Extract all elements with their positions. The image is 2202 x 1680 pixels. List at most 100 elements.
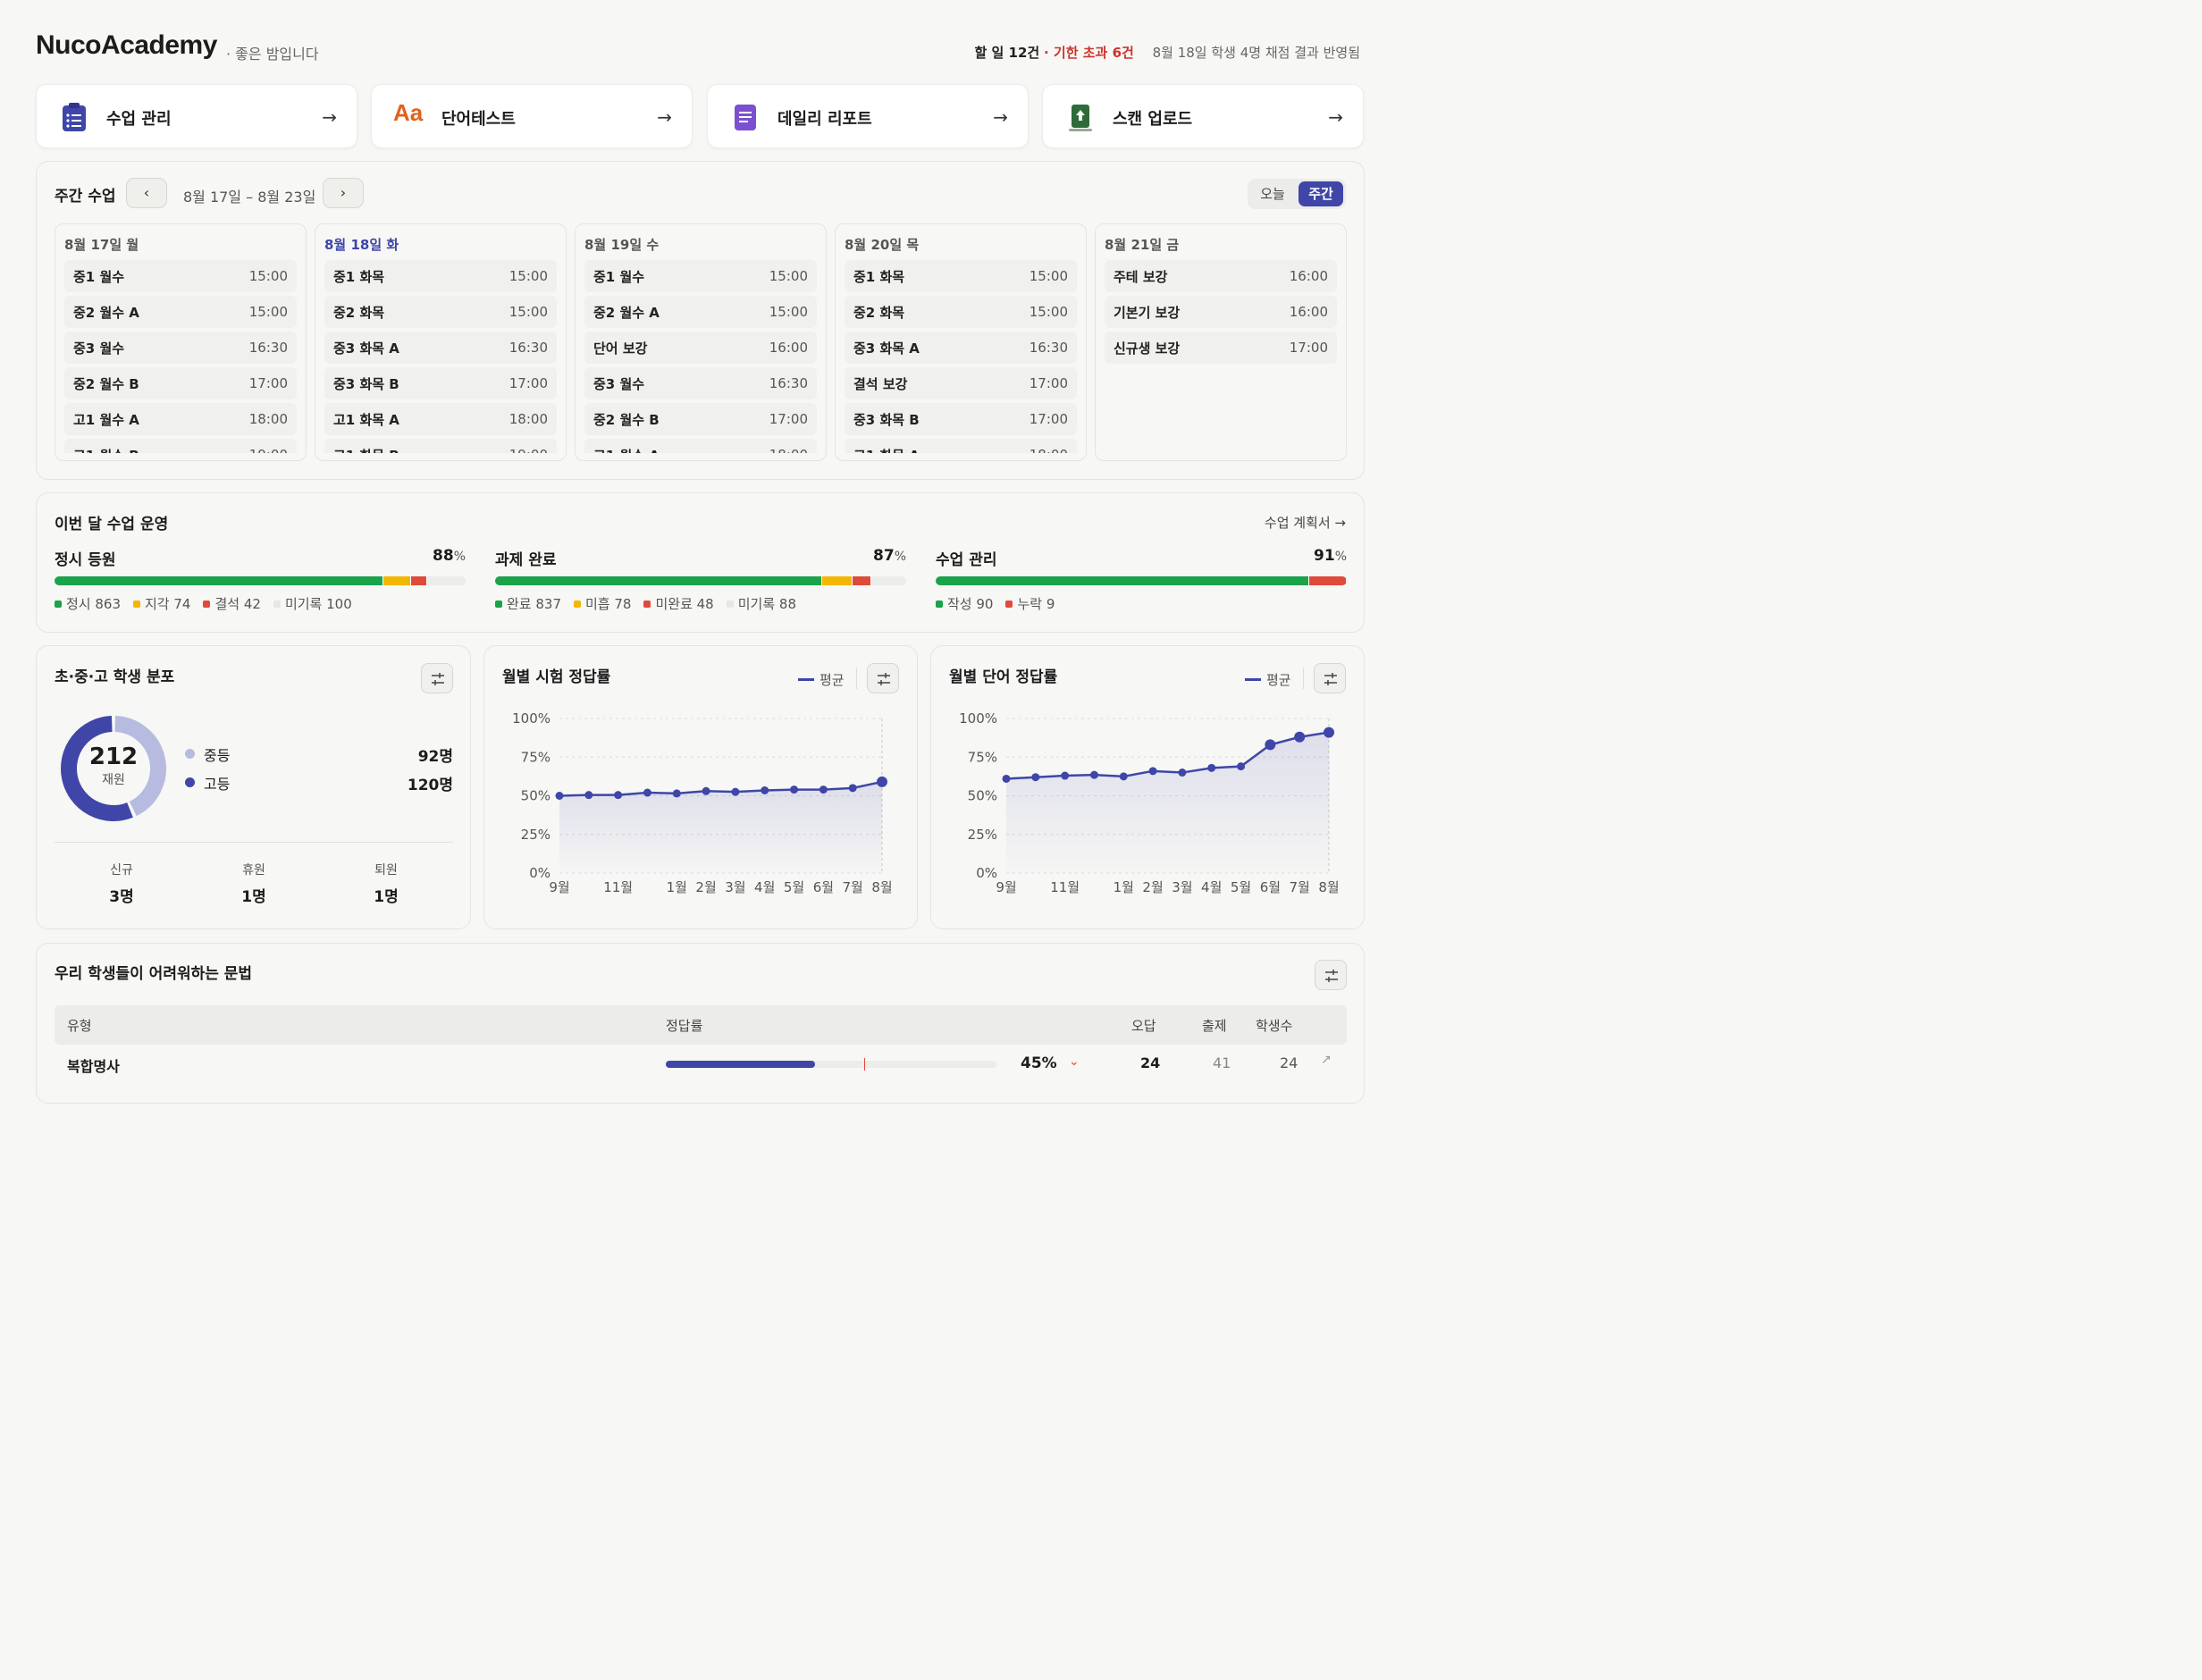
group-name: 고등 — [204, 776, 231, 793]
legend-item: 누락 9 — [1005, 596, 1055, 612]
class-time: 17:00 — [769, 411, 808, 427]
filter-button[interactable] — [1315, 960, 1347, 990]
class-name: 중2 월수 A — [593, 304, 660, 321]
data-point — [1061, 771, 1070, 780]
filter-button[interactable] — [867, 663, 899, 693]
stat-percent-unit: % — [1334, 550, 1347, 564]
quick-action-daily-report[interactable]: 데일리 리포트 → — [707, 84, 1029, 148]
class-name: 중2 화목 — [333, 304, 385, 321]
y-tick-label: 50% — [521, 788, 550, 804]
class-item[interactable]: 중1 월수 15:00 — [584, 260, 817, 292]
class-item[interactable]: 중2 월수 A 15:00 — [584, 296, 817, 328]
quick-action-class-manage[interactable]: 수업 관리 → — [36, 84, 357, 148]
legend-item: 지각 74 — [133, 596, 190, 612]
class-name: 중3 월수 — [593, 375, 645, 392]
class-item[interactable]: 중2 월수 A 15:00 — [64, 296, 297, 328]
class-item[interactable]: 중3 월수 16:30 — [64, 332, 297, 364]
class-name: 중1 화목 — [853, 268, 905, 285]
x-tick-label: 9월 — [996, 879, 1016, 895]
filter-button[interactable] — [1314, 663, 1346, 693]
class-time: 15:00 — [248, 304, 288, 320]
toggle-week[interactable]: 주간 — [1299, 181, 1343, 206]
class-item[interactable]: 중3 화목 B 17:00 — [845, 403, 1077, 435]
quick-action-scan-upload[interactable]: 스캔 업로드 → — [1042, 84, 1364, 148]
sliders-icon — [878, 673, 890, 685]
class-item[interactable]: 주테 보강 16:00 — [1105, 260, 1337, 292]
lesson-plan-link[interactable]: 수업 계획서 → — [1265, 513, 1346, 532]
class-time: 15:00 — [248, 268, 288, 284]
sliders-icon — [1324, 673, 1337, 685]
overdue-count[interactable]: · 기한 초과 6건 — [1044, 45, 1134, 61]
class-item[interactable]: 단어 보강 16:00 — [584, 332, 817, 364]
class-time: 19:00 — [509, 447, 548, 453]
legend-dot — [185, 749, 195, 759]
arrow-right-icon: → — [1328, 106, 1343, 128]
legend-swatch — [55, 601, 62, 608]
class-item[interactable]: 중1 화목 15:00 — [324, 260, 557, 292]
toggle-today[interactable]: 오늘 — [1250, 181, 1295, 206]
class-item[interactable]: 중3 월수 16:30 — [584, 367, 817, 399]
arrow-right-icon: → — [993, 106, 1008, 128]
class-item[interactable]: 고1 화목 B 19:00 — [324, 439, 557, 453]
class-item[interactable]: 중2 화목 15:00 — [845, 296, 1077, 328]
class-time: 15:00 — [508, 304, 548, 320]
class-item[interactable]: 고1 화목 A 18:00 — [324, 403, 557, 435]
legend-swatch — [495, 601, 502, 608]
prev-week-button[interactable]: ‹ — [126, 178, 167, 208]
col-students[interactable]: 학생수 — [1256, 1016, 1292, 1035]
filter-button[interactable] — [421, 663, 453, 693]
stacked-bar — [495, 576, 906, 585]
class-item[interactable]: 중3 화목 A 16:30 — [324, 332, 557, 364]
y-tick-label: 0% — [529, 865, 550, 881]
class-item[interactable]: 고1 월수 A 18:00 — [584, 439, 817, 453]
col-type[interactable]: 유형 — [67, 1016, 92, 1035]
bar-segment — [427, 576, 466, 585]
class-name: 중1 화목 — [333, 268, 385, 285]
legend-item: 미흡 78 — [574, 596, 631, 612]
class-item[interactable]: 신규생 보강 17:00 — [1105, 332, 1337, 364]
x-tick-label: 8월 — [1318, 879, 1339, 895]
legend-swatch — [936, 601, 943, 608]
class-item[interactable]: 기본기 보강 16:00 — [1105, 296, 1337, 328]
class-item[interactable]: 중1 월수 15:00 — [64, 260, 297, 292]
todo-count[interactable]: 할 일 12건 — [975, 45, 1040, 61]
footer-label: 퇴원 — [374, 863, 398, 878]
footer-value: 1명 — [374, 888, 399, 906]
col-rate[interactable]: 정답률 — [666, 1016, 702, 1035]
day-column: 8월 20일 목 중1 화목 15:00 중2 화목 15:00 중3 화목 A 16:30… — [835, 223, 1087, 461]
greeting: · 좋은 밤입니다 — [226, 46, 319, 63]
quick-action-word-test[interactable]: Aa 단어테스트 → — [371, 84, 693, 148]
class-item[interactable]: 중2 월수 B 17:00 — [584, 403, 817, 435]
arrow-right-icon: → — [657, 106, 672, 128]
class-item[interactable]: 중3 화목 A 16:30 — [845, 332, 1077, 364]
class-item[interactable]: 중2 월수 B 17:00 — [64, 367, 297, 399]
stacked-bar — [936, 576, 1347, 585]
col-asked[interactable]: 출제 — [1202, 1016, 1227, 1035]
legend-swatch — [203, 601, 211, 608]
sliders-icon — [432, 673, 444, 685]
stat-percent-value: 88 — [433, 547, 454, 565]
legend-swatch — [574, 601, 581, 608]
class-time: 15:00 — [769, 268, 808, 284]
class-name: 신규생 보강 — [1114, 340, 1181, 357]
class-item[interactable]: 결석 보강 17:00 — [845, 367, 1077, 399]
grammar-title: 우리 학생들이 어려워하는 문법 — [55, 965, 253, 983]
legend-text: 미완료 48 — [655, 596, 714, 612]
group-count: 92명 — [417, 748, 453, 766]
class-item[interactable]: 고1 화목 A 18:00 — [845, 439, 1077, 453]
class-item[interactable]: 고1 월수 B 19:00 — [64, 439, 297, 453]
row-students: 24 — [1280, 1054, 1299, 1071]
class-item[interactable]: 고1 월수 A 18:00 — [64, 403, 297, 435]
class-name: 고1 화목 A — [853, 446, 920, 454]
next-week-button[interactable]: › — [323, 178, 364, 208]
class-time: 15:00 — [1029, 304, 1068, 320]
class-item[interactable]: 중1 화목 15:00 — [845, 260, 1077, 292]
class-item[interactable]: 중2 화목 15:00 — [324, 296, 557, 328]
expand-icon[interactable]: ↗ — [1321, 1053, 1332, 1067]
quick-action-label: 수업 관리 — [106, 110, 172, 129]
word-accuracy-chart: 100% 75% 50% 25% 0%9월 11월 1월 2월 3월 4월 5월 6월 7월 8월 — [959, 710, 1340, 895]
col-wrong[interactable]: 오답 — [1131, 1016, 1156, 1035]
class-item[interactable]: 중3 화목 B 17:00 — [324, 367, 557, 399]
y-tick-label: 25% — [521, 827, 550, 843]
data-point — [761, 785, 769, 794]
